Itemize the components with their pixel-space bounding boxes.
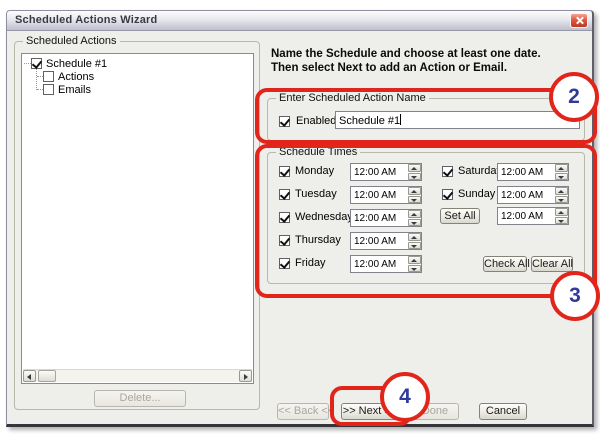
- tree-items: Schedule #1 Actions Emails: [22, 54, 253, 369]
- title-bar[interactable]: Scheduled Actions Wizard: [7, 11, 592, 31]
- annotation-box-3: [255, 144, 597, 298]
- instruction-line-2: Then select Next to add an Action or Ema…: [271, 61, 591, 75]
- schedule-tree[interactable]: Schedule #1 Actions Emails: [21, 53, 254, 384]
- back-button[interactable]: << Back <<: [277, 403, 329, 420]
- scroll-left-icon: [27, 374, 31, 380]
- scrollbar-thumb[interactable]: [38, 370, 56, 382]
- checkbox-unchecked-icon[interactable]: [43, 84, 54, 95]
- window-title: Scheduled Actions Wizard: [15, 14, 157, 26]
- delete-button[interactable]: Delete...: [94, 390, 186, 407]
- close-icon: [575, 16, 584, 25]
- scroll-right-icon: [244, 374, 248, 380]
- tree-item-label: Actions: [58, 71, 94, 83]
- tree-item-schedule-1[interactable]: Schedule #1: [31, 57, 107, 70]
- annotation-box-2: [255, 88, 597, 144]
- annotation-badge-4: 4: [380, 372, 430, 422]
- checkbox-unchecked-icon[interactable]: [43, 71, 54, 82]
- scroll-left-button[interactable]: [23, 370, 36, 382]
- annotation-badge-2: 2: [549, 72, 599, 122]
- tree-item-label: Emails: [58, 84, 91, 96]
- tree-item-emails[interactable]: Emails: [43, 83, 91, 96]
- scroll-right-button[interactable]: [239, 370, 252, 382]
- annotation-badge-3: 3: [550, 271, 600, 321]
- close-button[interactable]: [570, 13, 588, 28]
- instruction-line-1: Name the Schedule and choose at least on…: [271, 47, 591, 61]
- cancel-button[interactable]: Cancel: [479, 403, 527, 420]
- screenshot-stage: Scheduled Actions Wizard Scheduled Actio…: [0, 0, 600, 439]
- scheduled-actions-group-label: Scheduled Actions: [23, 35, 120, 47]
- horizontal-scrollbar[interactable]: [23, 369, 252, 382]
- tree-item-label: Schedule #1: [46, 58, 107, 70]
- tree-connector: [24, 63, 31, 64]
- checkbox-checked-icon[interactable]: [31, 58, 42, 69]
- scheduled-actions-group: Scheduled Actions Schedule #1 Actions: [14, 41, 260, 410]
- tree-item-actions[interactable]: Actions: [43, 70, 94, 83]
- wizard-instructions: Name the Schedule and choose at least on…: [271, 47, 591, 75]
